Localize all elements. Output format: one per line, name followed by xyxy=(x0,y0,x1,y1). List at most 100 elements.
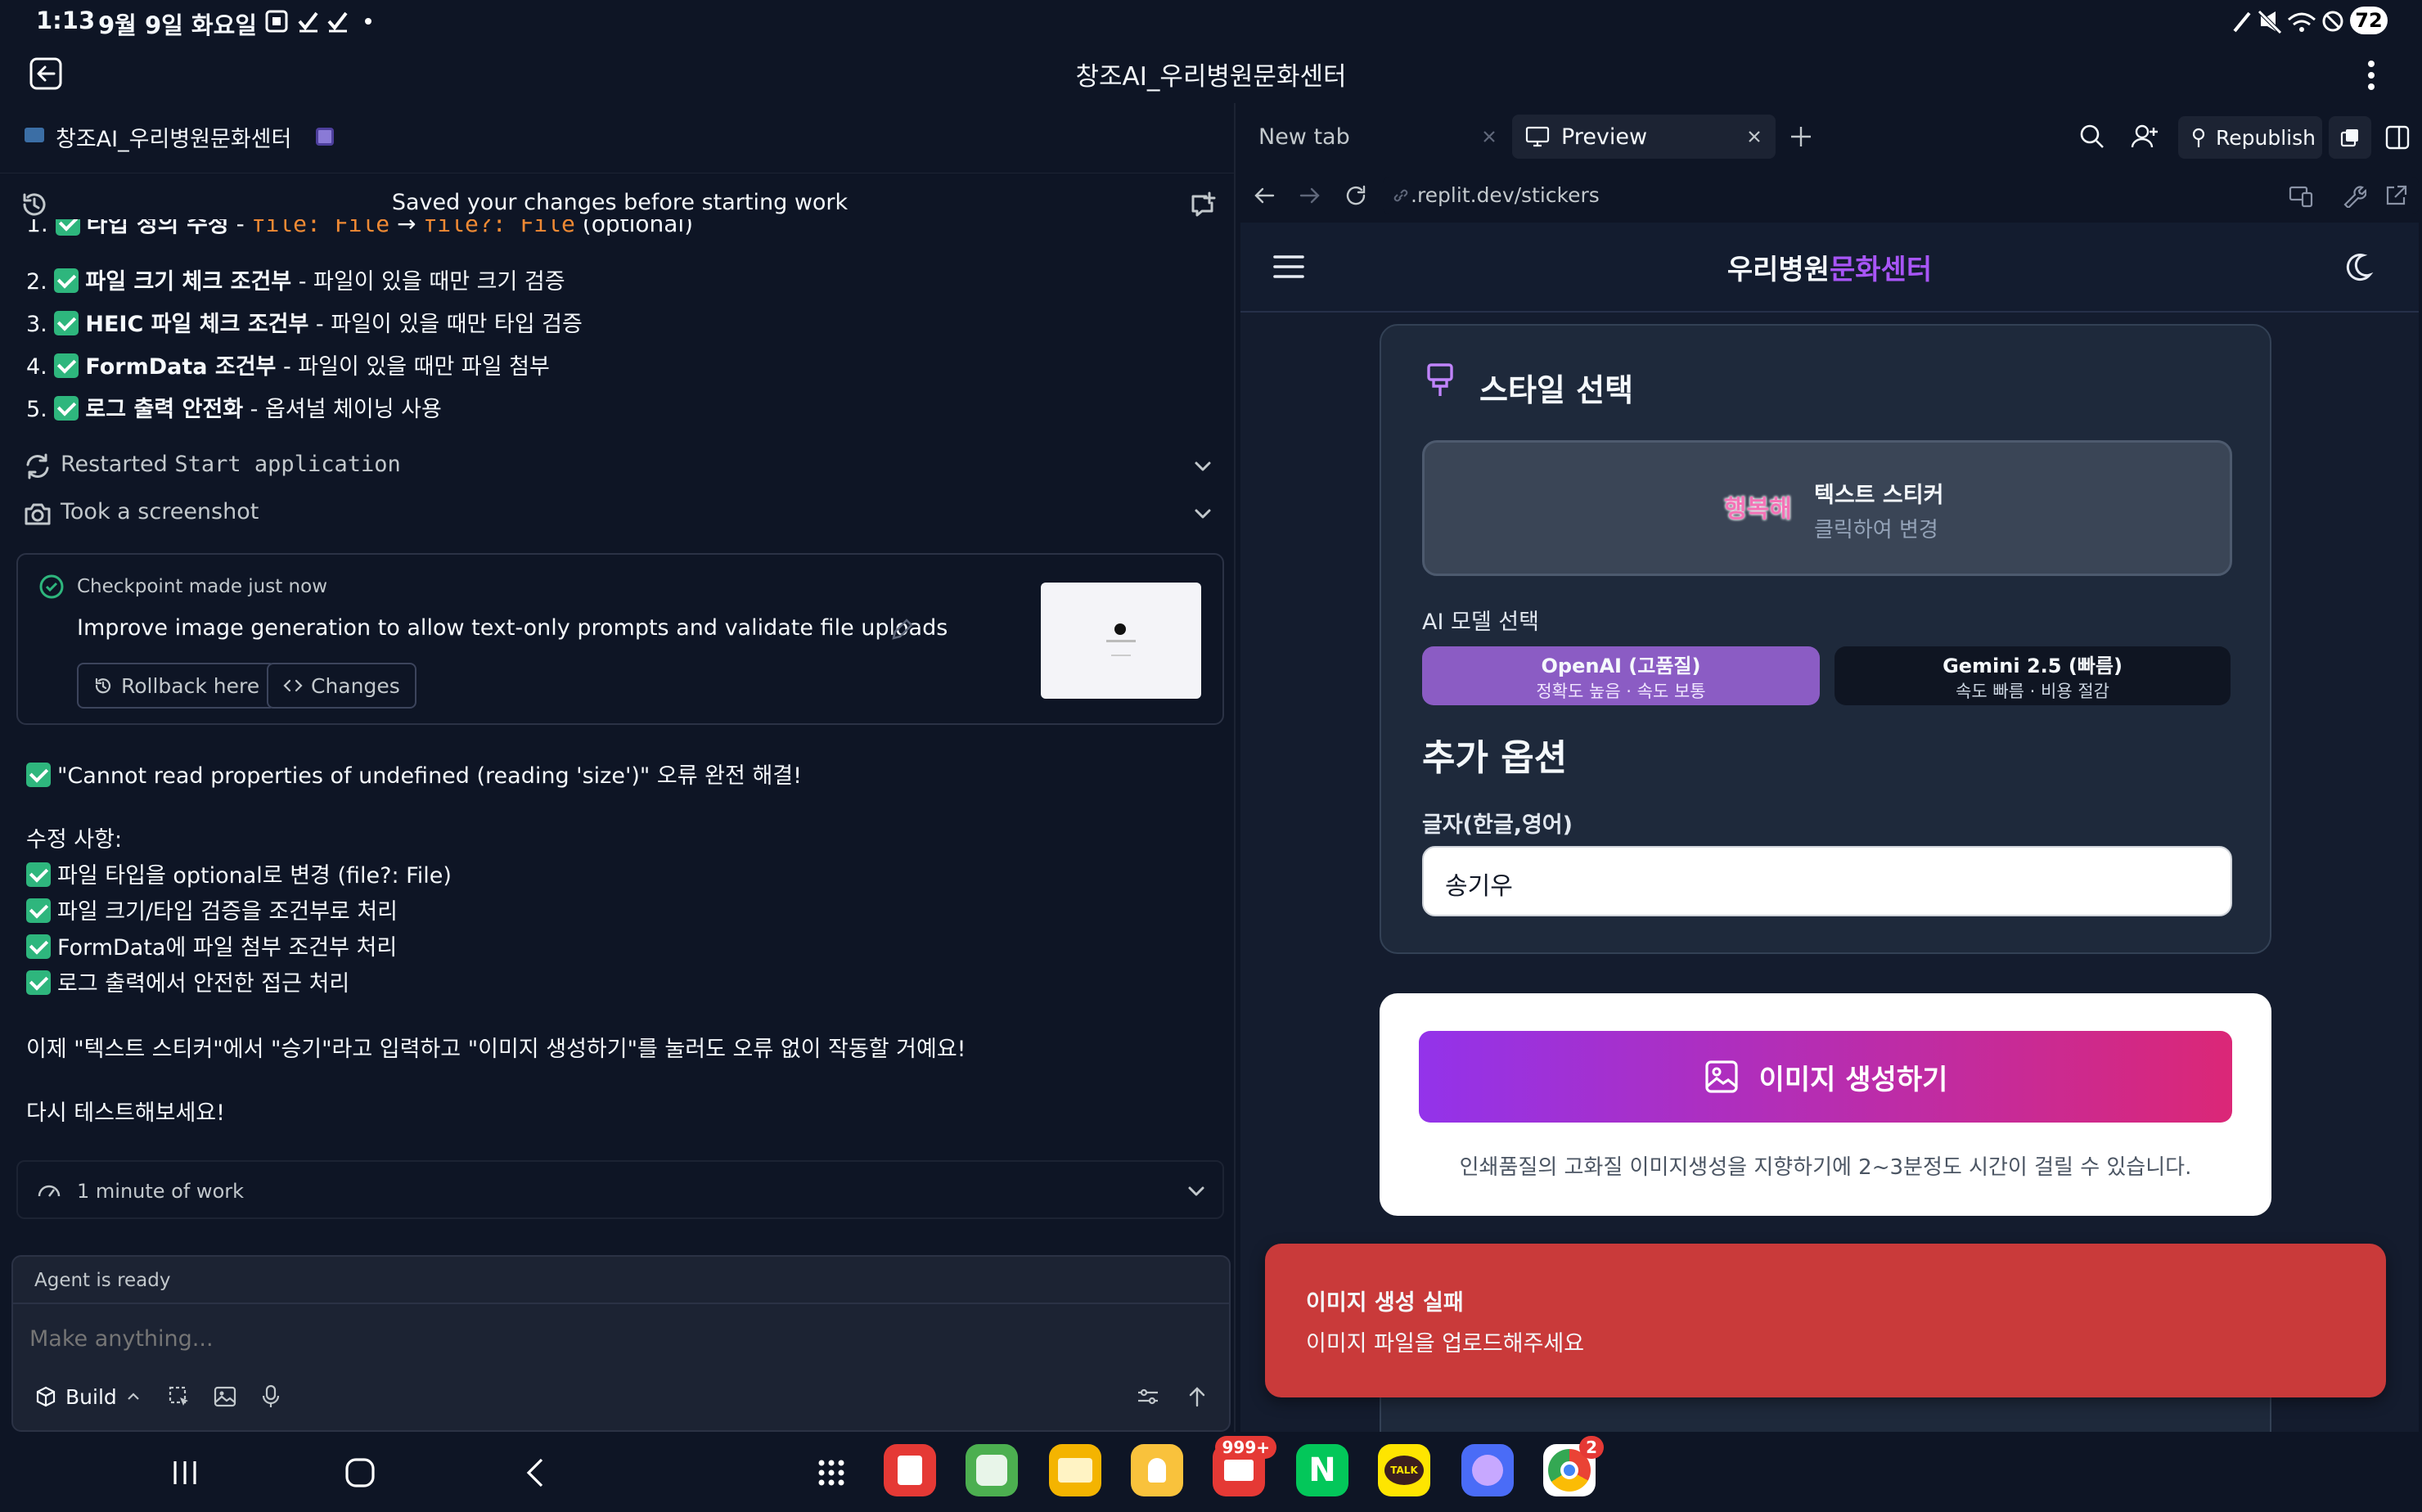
mode-selector[interactable]: Build xyxy=(25,1376,165,1417)
add-tab-icon[interactable] xyxy=(1789,124,1813,149)
invite-user-icon[interactable] xyxy=(2131,123,2160,151)
checkpoint-title: Checkpoint made just now xyxy=(77,576,328,597)
close-icon[interactable] xyxy=(1746,128,1762,145)
new-chat-icon[interactable] xyxy=(1188,190,1218,219)
chevron-down-icon xyxy=(1195,509,1211,519)
message-paragraph: 다시 테스트해보세요! xyxy=(26,1100,225,1126)
text-input-value: 송기우 xyxy=(1445,872,1513,901)
external-link-icon[interactable] xyxy=(2384,183,2409,208)
mail-app-icon[interactable]: 999+ xyxy=(1213,1436,1276,1496)
select-element-icon[interactable] xyxy=(167,1384,191,1409)
edit-pencil-icon[interactable] xyxy=(889,617,915,643)
dark-mode-toggle-icon[interactable] xyxy=(2339,249,2375,285)
checkpoint-screenshot-thumbnail[interactable] xyxy=(1041,583,1201,699)
generate-card: 이미지 생성하기 인쇄품질의 고화질 이미지생성을 지향하기에 2~3분정도 시… xyxy=(1380,993,2271,1216)
republish-button[interactable]: Republish xyxy=(2178,116,2322,159)
search-icon[interactable] xyxy=(2078,123,2106,151)
style-heading: 스타일 선택 xyxy=(1479,372,1634,408)
project-name[interactable]: 창조AI_우리병원문화센터 xyxy=(56,121,291,153)
message-headline: "Cannot read properties of undefined (re… xyxy=(26,758,802,790)
back-arrow-icon[interactable] xyxy=(1252,183,1276,208)
paintbrush-icon xyxy=(1427,363,1453,396)
app-drawer-icon[interactable] xyxy=(815,1456,848,1489)
image-icon xyxy=(1704,1060,1738,1093)
code-icon xyxy=(283,679,303,692)
keep-app-icon[interactable] xyxy=(1131,1444,1183,1496)
recent-apps-icon[interactable] xyxy=(169,1458,201,1487)
microphone-icon[interactable] xyxy=(259,1384,283,1409)
fix-item: 로그 출력에서 안전한 접근 처리 xyxy=(26,965,349,997)
url-bar[interactable]: .replit.dev/stickers xyxy=(1383,177,2419,214)
project-color-icon xyxy=(316,128,334,146)
text-input-field[interactable]: 송기우 xyxy=(1422,846,2232,916)
back-icon[interactable] xyxy=(520,1456,550,1489)
prompt-input[interactable] xyxy=(29,1317,1175,1360)
publish-settings-button[interactable] xyxy=(2329,116,2371,159)
refresh-icon[interactable] xyxy=(1344,183,1368,208)
settings-sliders-icon[interactable] xyxy=(1136,1384,1160,1409)
site-logo[interactable]: 우리병원문화센터 xyxy=(1240,247,2419,287)
generate-image-button[interactable]: 이미지 생성하기 xyxy=(1419,1031,2232,1123)
files-app-icon[interactable] xyxy=(1049,1444,1101,1496)
toast-title: 이미지 생성 실패 xyxy=(1306,1290,1464,1316)
list-item: 4. FormData 조건부 - 파일이 있을 때만 파일 첨부 xyxy=(26,353,550,380)
check-circle-icon xyxy=(39,574,64,599)
agent-status: Agent is ready xyxy=(34,1270,171,1291)
style-option-subtitle: 클릭하여 변경 xyxy=(1814,518,1938,542)
list-item: 3. HEIC 파일 체크 조건부 - 파일이 있을 때만 타입 검증 xyxy=(26,311,583,337)
window-stack-icon xyxy=(2340,129,2358,147)
model-openai-button[interactable]: OpenAI (고품질) 정확도 높음 · 속도 보통 xyxy=(1422,646,1820,705)
battery-indicator: 72 xyxy=(2350,7,2388,34)
tab-preview[interactable]: Preview xyxy=(1512,115,1776,159)
layout-panel-icon[interactable] xyxy=(2384,124,2411,151)
work-summary[interactable]: 1 minute of work xyxy=(16,1160,1224,1219)
web-preview: 우리병원문화센터 스타일 선택 행복해 텍스트 스티커 클릭하여 변경 AI 모… xyxy=(1240,223,2419,1432)
project-bar: 창조AI_우리병원문화센터 xyxy=(0,103,1236,173)
home-icon[interactable] xyxy=(344,1456,376,1489)
changes-button[interactable]: Changes xyxy=(267,663,416,709)
wrench-icon[interactable] xyxy=(2342,183,2366,208)
calculator-app-icon[interactable] xyxy=(966,1444,1018,1496)
notes-app-icon[interactable] xyxy=(884,1444,936,1496)
browser-app-icon[interactable] xyxy=(1461,1444,1514,1496)
fix-item: 파일 크기/타입 검증을 조건부로 처리 xyxy=(26,893,398,925)
style-selection-card: 스타일 선택 행복해 텍스트 스티커 클릭하여 변경 AI 모델 선택 Open… xyxy=(1380,324,2271,954)
cube-icon xyxy=(36,1386,56,1407)
list-item: 5. 로그 출력 안전화 - 옵셔널 체이닝 사용 xyxy=(26,396,442,422)
list-item-clipped: 1. 타입 정의 수정 - file: File → file?: File (… xyxy=(0,219,1236,236)
chevron-up-icon xyxy=(127,1393,139,1400)
tab-new[interactable]: New tab xyxy=(1250,115,1512,159)
app-bar: 창조AI_우리병원문화센터 xyxy=(0,49,2422,103)
close-icon[interactable] xyxy=(1481,128,1497,145)
composer: Agent is ready Build xyxy=(11,1255,1231,1432)
agent-pane: 창조AI_우리병원문화센터 Saved your changes before … xyxy=(0,103,1236,1432)
forward-arrow-icon[interactable] xyxy=(1298,183,1322,208)
model-label: AI 모델 선택 xyxy=(1422,610,1539,635)
fix-item: 파일 타입을 optional로 변경 (file?: File) xyxy=(26,857,452,889)
send-arrow-icon[interactable] xyxy=(1185,1384,1209,1409)
style-option-card[interactable]: 행복해 텍스트 스티커 클릭하여 변경 xyxy=(1422,440,2232,576)
chrome-app-icon[interactable]: 2 xyxy=(1543,1436,1604,1496)
taskbar: 999+ N TALK 2 xyxy=(0,1432,2422,1512)
gauge-icon xyxy=(38,1185,61,1197)
checkpoint-message: Improve image generation to allow text-o… xyxy=(77,615,948,641)
action-screenshot[interactable]: Took a screenshot xyxy=(20,496,1218,532)
extra-options-heading: 추가 옵션 xyxy=(1422,737,1568,779)
naver-app-icon[interactable]: N xyxy=(1296,1444,1348,1496)
error-toast[interactable]: 이미지 생성 실패 이미지 파일을 업로드해주세요 xyxy=(1265,1244,2386,1397)
model-gemini-button[interactable]: Gemini 2.5 (빠름) 속도 빠름 · 비용 절감 xyxy=(1835,646,2231,705)
devices-icon[interactable] xyxy=(2288,183,2314,209)
system-status-icons xyxy=(2233,10,2343,34)
status-bar: 1:13 9월 9일 화요일 72 xyxy=(0,0,2422,49)
image-attach-icon[interactable] xyxy=(213,1384,237,1409)
mail-badge: 999+ xyxy=(1215,1436,1276,1459)
fix-item: FormData에 파일 첨부 조건부 처리 xyxy=(26,929,397,961)
status-time: 1:13 xyxy=(36,7,96,34)
kakaotalk-app-icon[interactable]: TALK xyxy=(1378,1444,1430,1496)
sticker-preview-thumbnail: 행복해 xyxy=(1724,495,1792,524)
more-options-icon[interactable] xyxy=(2363,57,2379,93)
rollback-button[interactable]: Rollback here xyxy=(77,663,277,709)
action-restarted[interactable]: Restarted Start application xyxy=(20,448,1218,484)
chevron-down-icon xyxy=(1188,1186,1204,1196)
preview-pane: New tab Preview Republish .replit.dev/st… xyxy=(1236,103,2422,1432)
